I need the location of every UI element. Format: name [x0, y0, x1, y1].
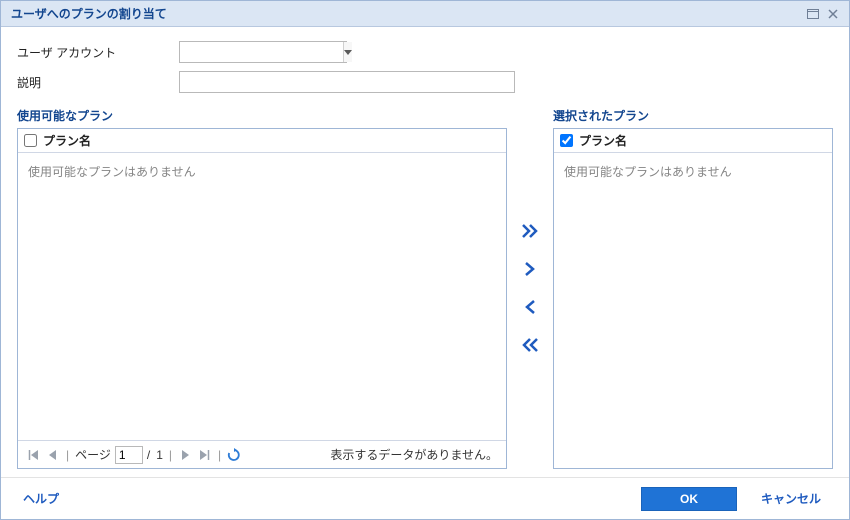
selected-column-plan-name[interactable]: プラン名	[579, 132, 627, 149]
selected-plans-panel: 選択されたプラン プラン名 使用可能なプランはありません	[553, 107, 833, 469]
description-label: 説明	[17, 74, 167, 91]
pager-sep-3: |	[218, 448, 221, 462]
close-icon[interactable]	[825, 7, 841, 21]
move-left-icon[interactable]	[519, 296, 541, 318]
dialog-window: ユーザへのプランの割り当て ユーザ アカウント 説明 使用	[0, 0, 850, 520]
pager-prev-icon[interactable]	[44, 446, 62, 464]
selected-grid-header: プラン名	[554, 129, 832, 153]
ok-button[interactable]: OK	[641, 487, 737, 511]
move-right-icon[interactable]	[519, 258, 541, 280]
available-grid-header: プラン名	[18, 129, 506, 153]
window-title: ユーザへのプランの割り当て	[11, 5, 801, 22]
pager-status-text: 表示するデータがありません。	[330, 446, 498, 463]
help-link[interactable]: ヘルプ	[23, 490, 59, 507]
selected-grid-body: 使用可能なプランはありません	[554, 153, 832, 468]
available-empty-text: 使用可能なプランはありません	[28, 165, 196, 179]
pager-total: 1	[156, 448, 163, 462]
available-plans-grid: プラン名 使用可能なプランはありません | ページ	[17, 128, 507, 469]
available-plans-title: 使用可能なプラン	[17, 107, 507, 124]
pager-first-icon[interactable]	[24, 446, 42, 464]
dialog-body: ユーザ アカウント 説明 使用可能なプラン プラン名	[1, 27, 849, 477]
pager-sep-1: |	[66, 448, 69, 462]
available-column-plan-name[interactable]: プラン名	[43, 132, 91, 149]
selected-empty-text: 使用可能なプランはありません	[564, 165, 732, 179]
selected-plans-grid: プラン名 使用可能なプランはありません	[553, 128, 833, 469]
titlebar: ユーザへのプランの割り当て	[1, 1, 849, 27]
maximize-icon[interactable]	[805, 7, 821, 21]
pager-page-input[interactable]	[115, 446, 143, 464]
user-account-combo[interactable]	[179, 41, 347, 63]
user-account-input[interactable]	[180, 42, 343, 62]
available-pager: | ページ / 1 | |	[18, 440, 506, 468]
available-plans-panel: 使用可能なプラン プラン名 使用可能なプランはありません	[17, 107, 507, 469]
available-grid-body: 使用可能なプランはありません	[18, 153, 506, 440]
description-input[interactable]	[179, 71, 515, 93]
pager-total-sep: /	[147, 448, 150, 462]
cancel-button[interactable]: キャンセル	[755, 489, 827, 508]
move-buttons-column	[515, 107, 545, 469]
pager-next-icon[interactable]	[176, 446, 194, 464]
row-user-account: ユーザ アカウント	[17, 41, 833, 63]
selected-plans-title: 選択されたプラン	[553, 107, 833, 124]
transfer-area: 使用可能なプラン プラン名 使用可能なプランはありません	[17, 107, 833, 469]
available-header-checkbox[interactable]	[24, 134, 37, 147]
move-all-right-icon[interactable]	[519, 220, 541, 242]
user-account-label: ユーザ アカウント	[17, 44, 167, 61]
row-description: 説明	[17, 71, 833, 93]
move-all-left-icon[interactable]	[519, 334, 541, 356]
selected-header-checkbox[interactable]	[560, 134, 573, 147]
pager-sep-2: |	[169, 448, 172, 462]
pager-page-label: ページ	[75, 446, 111, 463]
combo-trigger-icon[interactable]	[343, 42, 352, 62]
pager-refresh-icon[interactable]	[225, 446, 243, 464]
pager-last-icon[interactable]	[196, 446, 214, 464]
dialog-footer: ヘルプ OK キャンセル	[1, 477, 849, 519]
